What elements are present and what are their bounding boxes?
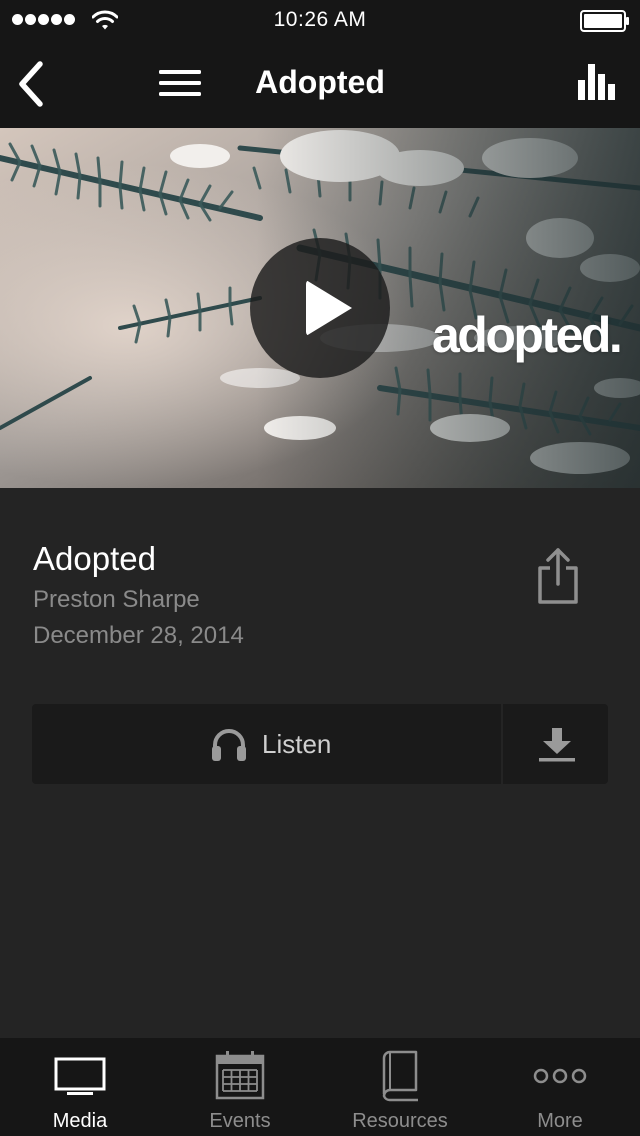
tab-events[interactable]: Events [160, 1038, 320, 1136]
page-title: Adopted [255, 64, 385, 100]
menu-button[interactable] [154, 62, 206, 106]
status-time: 10:26 AM [273, 8, 367, 31]
tab-label: Media [52, 1110, 108, 1132]
listen-button[interactable]: Listen [32, 704, 501, 784]
download-button[interactable] [503, 704, 608, 784]
stats-button[interactable] [570, 58, 624, 108]
book-icon [382, 1050, 418, 1102]
sermon-title: Adopted [33, 540, 156, 577]
calendar-icon [215, 1051, 265, 1100]
bar-chart-icon [578, 64, 615, 100]
play-button[interactable] [250, 238, 390, 378]
tab-media[interactable]: Media [0, 1038, 160, 1136]
tab-label: Events [209, 1110, 271, 1132]
tab-more[interactable]: More [480, 1038, 640, 1136]
tab-label: Resources [352, 1110, 448, 1132]
more-dots-icon [533, 1068, 587, 1084]
nav-bar: Adopted [0, 40, 640, 128]
tab-label: More [537, 1110, 583, 1132]
status-bar: 10:26 AM [0, 0, 640, 40]
battery-icon [580, 10, 629, 32]
share-icon [538, 548, 578, 604]
tab-bar: Media Events Resources More [0, 1038, 640, 1136]
share-button[interactable] [530, 546, 586, 606]
download-icon [539, 728, 575, 762]
sermon-speaker: Preston Sharpe [33, 586, 200, 613]
headphones-icon [212, 729, 246, 761]
tv-icon [54, 1057, 106, 1095]
hamburger-menu-icon [159, 70, 201, 96]
action-row: Listen [32, 704, 608, 784]
hero-video[interactable]: adopted. [0, 128, 640, 488]
play-icon [306, 280, 352, 336]
tab-resources[interactable]: Resources [320, 1038, 480, 1136]
listen-label: Listen [262, 728, 332, 759]
sermon-details: Adopted Preston Sharpe December 28, 2014… [0, 488, 640, 1038]
media-detail-screen: 10:26 AM Adopted adopted. Adopted Presto… [0, 0, 640, 1136]
back-button[interactable] [10, 58, 54, 110]
hero-wordmark: adopted. [432, 307, 623, 363]
chevron-left-icon [19, 61, 43, 107]
sermon-date: December 28, 2014 [33, 622, 244, 649]
